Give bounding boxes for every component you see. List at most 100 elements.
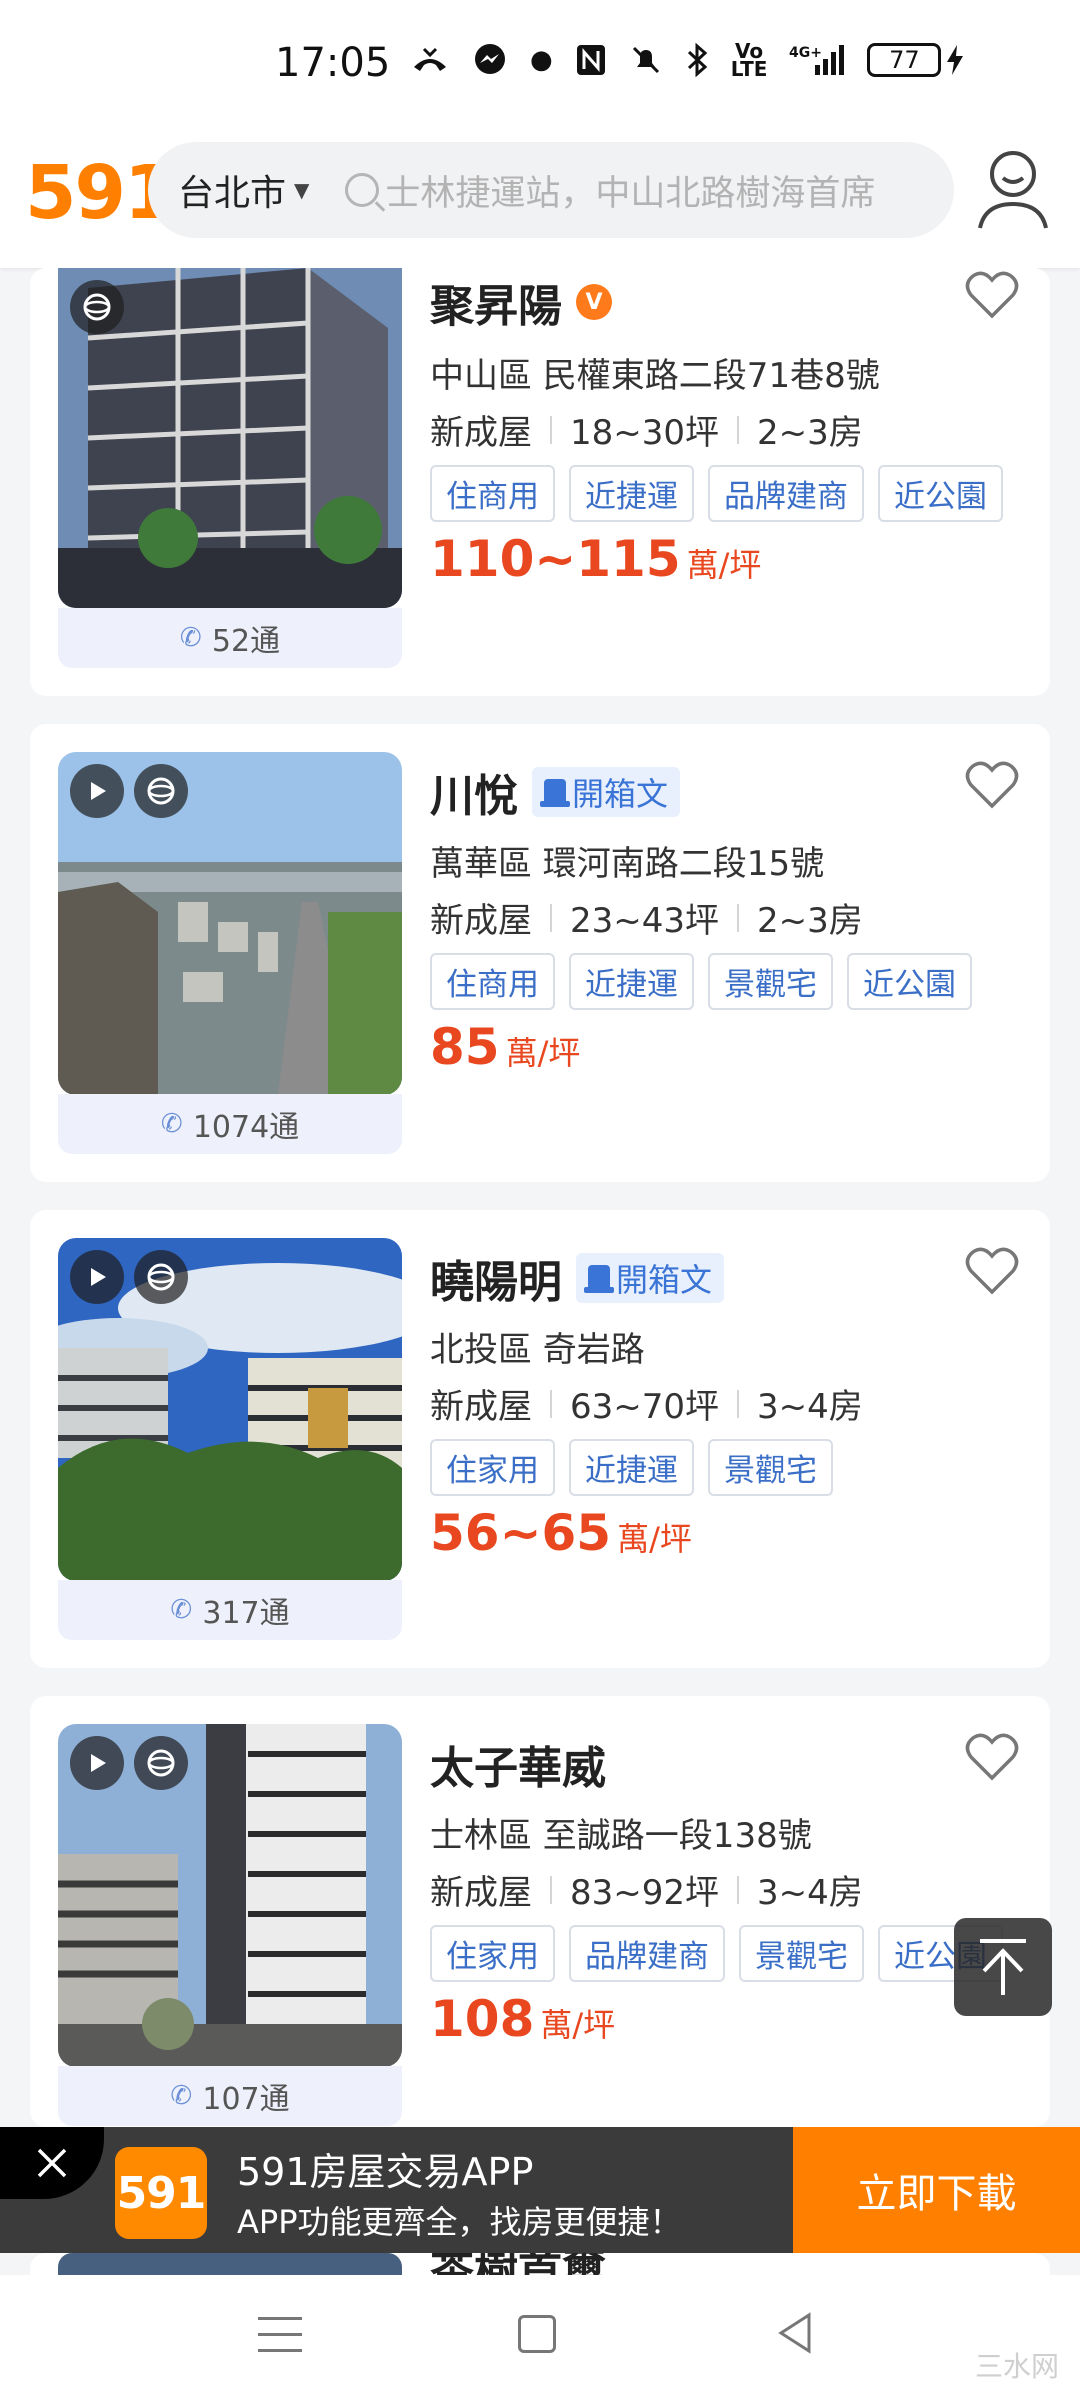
listing-price: 110~115 萬/坪 — [430, 530, 761, 588]
listing-area: 23~43坪 — [570, 901, 720, 941]
call-count-label: 107通 — [202, 2082, 290, 2117]
listing-photo[interactable] — [58, 268, 402, 608]
listing-tags: 住商用 近捷運 景觀宅 近公園 — [430, 953, 972, 1010]
listing-address: 萬華區 環河南路二段15號 — [430, 844, 825, 884]
back-button[interactable] — [775, 2311, 815, 2355]
next-listing-card[interactable]: 茶樹首璽 — [30, 2253, 1050, 2275]
city-label: 台北市 — [178, 173, 287, 214]
listing-specs: 新成屋 18~30坪 2~3房 — [430, 405, 863, 454]
listing-tags: 住家用 近捷運 景觀宅 — [430, 1439, 833, 1496]
back-to-top-button[interactable] — [954, 1918, 1052, 2016]
bluetooth-icon — [687, 43, 707, 77]
listing-name[interactable]: 太子華威 — [430, 1732, 606, 1796]
tag: 住家用 — [430, 1925, 555, 1982]
listing-tags: 住商用 近捷運 品牌建商 近公園 — [430, 465, 1003, 522]
unboxing-badge[interactable]: 開箱文 — [576, 1253, 725, 1303]
listing-photo[interactable] — [58, 1724, 402, 2067]
4g-signal-icon: 4G+ — [789, 45, 845, 75]
listing-name[interactable]: 川悅 — [430, 760, 518, 824]
download-now-button[interactable]: 立即下載 — [793, 2127, 1080, 2253]
caret-down-icon: ▼ — [294, 178, 310, 202]
listing-address: 北投區 奇岩路 — [430, 1330, 645, 1370]
listing-specs: 新成屋 63~70坪 3~4房 — [430, 1379, 863, 1428]
listing-type: 新成屋 — [430, 901, 532, 941]
favorite-heart-icon[interactable] — [965, 1732, 1019, 1782]
tag: 近捷運 — [569, 465, 694, 522]
listing-rooms: 3~4房 — [757, 1873, 863, 1913]
vr-button[interactable] — [134, 1250, 188, 1304]
price-value: 108 — [430, 1990, 535, 2048]
price-value: 110~115 — [430, 530, 681, 588]
phone-icon: ✆ — [179, 623, 202, 653]
listing-specs: 新成屋 23~43坪 2~3房 — [430, 893, 863, 942]
call-count: ✆ 107通 — [58, 2066, 402, 2126]
recent-apps-button[interactable] — [258, 2317, 302, 2365]
vr-button[interactable] — [70, 280, 124, 334]
banner-subtitle: APP功能更齊全，找房更便捷！ — [237, 2203, 682, 2241]
app-header: 591 台北市 ▼ 士林捷運站，中山北路樹海首席 — [0, 130, 1080, 268]
listing-card[interactable]: ✆ 107通 太子華威 士林區 至誠路一段138號 新成屋 83~92坪 3~4… — [30, 1696, 1050, 2127]
listing-rooms: 3~4房 — [757, 1387, 863, 1427]
listing-card[interactable]: ✆ 1074通 川悅 開箱文 萬華區 環河南路二段15號 新成屋 23~43坪 … — [30, 724, 1050, 1182]
tag: 近公園 — [878, 465, 1003, 522]
listing-title-row: 曉陽明 開箱文 — [430, 1246, 725, 1310]
vr-button[interactable] — [134, 764, 188, 818]
battery-level: 77 — [867, 43, 942, 77]
listing-name[interactable]: 茶樹首璽 — [430, 2253, 606, 2275]
listing-address: 中山區 民權東路二段71巷8號 — [430, 356, 880, 396]
home-button[interactable] — [518, 2315, 556, 2353]
app-download-banner: 591 591房屋交易APP APP功能更齊全，找房更便捷！ 立即下載 — [0, 2127, 1080, 2253]
svg-text:4G+: 4G+ — [789, 45, 822, 61]
app-logo: 591 — [115, 2147, 207, 2239]
call-count: ✆ 52通 — [58, 608, 402, 668]
call-count-label: 1074通 — [192, 1110, 300, 1145]
verified-badge: V — [576, 284, 612, 320]
user-icon[interactable] — [975, 148, 1051, 232]
city-selector[interactable]: 台北市 ▼ — [148, 164, 309, 216]
search-bar[interactable]: 台北市 ▼ 士林捷運站，中山北路樹海首席 — [148, 142, 954, 238]
listing-photo[interactable] — [58, 752, 402, 1095]
listing-area: 63~70坪 — [570, 1387, 720, 1427]
tag: 住商用 — [430, 953, 555, 1010]
tag: 住家用 — [430, 1439, 555, 1496]
favorite-heart-icon[interactable] — [965, 270, 1019, 320]
tag: 近捷運 — [569, 1439, 694, 1496]
listing-card[interactable]: ✆ 52通 聚昇陽 V 中山區 民權東路二段71巷8號 新成屋 18~30坪 2… — [30, 268, 1050, 696]
price-unit: 萬/坪 — [505, 1034, 581, 1072]
banner-close-button[interactable] — [0, 2127, 104, 2199]
mute-icon — [632, 46, 659, 74]
listing-type: 新成屋 — [430, 1387, 532, 1427]
banner-title: 591房屋交易APP — [237, 2150, 534, 2194]
vr-icon — [147, 1749, 175, 1777]
unboxing-icon — [540, 779, 570, 807]
play-video-button[interactable] — [70, 1250, 124, 1304]
phone-icon: ✆ — [170, 1595, 193, 1625]
status-icons: ● Vo LTE 4G+ 77 — [410, 41, 965, 79]
listing-name[interactable]: 聚昇陽 — [430, 270, 562, 334]
search-input[interactable]: 士林捷運站，中山北路樹海首席 — [385, 165, 875, 216]
tag: 品牌建商 — [569, 1925, 725, 1982]
play-video-button[interactable] — [70, 1736, 124, 1790]
favorite-heart-icon[interactable] — [965, 1246, 1019, 1296]
tag: 景觀宅 — [739, 1925, 864, 1982]
listing-tags: 住家用 品牌建商 景觀宅 近公園 — [430, 1925, 1003, 1982]
listing-name[interactable]: 曉陽明 — [430, 1246, 562, 1310]
vr-button[interactable] — [134, 1736, 188, 1790]
listing-title-row: 川悅 開箱文 — [430, 760, 681, 824]
play-video-button[interactable] — [70, 764, 124, 818]
listing-card[interactable]: ✆ 317通 曉陽明 開箱文 北投區 奇岩路 新成屋 63~70坪 3~4房 住… — [30, 1210, 1050, 1668]
favorite-heart-icon[interactable] — [965, 760, 1019, 810]
unboxing-badge[interactable]: 開箱文 — [532, 767, 681, 817]
price-unit: 萬/坪 — [540, 2006, 616, 2044]
unboxing-label: 開箱文 — [572, 775, 669, 813]
tag: 近捷運 — [569, 953, 694, 1010]
listing-photo[interactable] — [58, 1238, 402, 1581]
search-icon — [345, 173, 380, 207]
play-icon — [91, 782, 106, 800]
system-nav-bar — [0, 2275, 1080, 2400]
vr-icon — [147, 1263, 175, 1291]
listing-title-row: 聚昇陽 V — [430, 270, 612, 334]
listing-photo[interactable] — [58, 2253, 402, 2275]
listing-address: 士林區 至誠路一段138號 — [430, 1816, 812, 1856]
listing-rooms: 2~3房 — [757, 413, 863, 453]
